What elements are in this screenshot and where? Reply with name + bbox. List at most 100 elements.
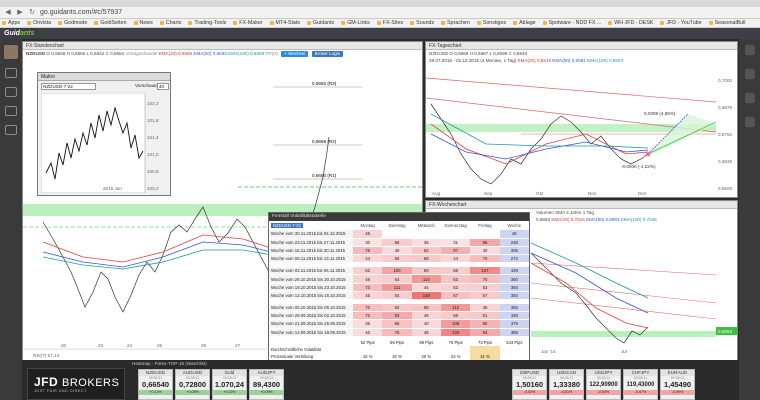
jfd-brokers-logo[interactable]: JFD BROKERS JUST FAIR AND DIRECT <box>27 368 125 400</box>
svg-text:0,6875: 0,6875 <box>718 105 732 110</box>
watchlist-tile[interactable]: GBPUSD 09:35:11 1,50160 -0,02% <box>512 369 547 400</box>
watchlist-tile[interactable]: EURAUD 09:35:11 1,45490 -0,09% <box>660 369 695 400</box>
volumen-toggle[interactable]: Volumen <box>536 210 554 215</box>
daily-chart-canvas[interactable]: 0,0309 (4,55%) -0,0000 (-1,22%) 0,7000 0… <box>426 64 737 197</box>
summary-row: Durchschnittliche Volatilität <box>269 345 529 353</box>
app-header: Guidants <box>0 28 760 39</box>
watchlist-tile[interactable]: USDJPY 09:35:11 122,90900 -0,04% <box>586 369 621 400</box>
symbol-select[interactable]: NZDUSD-7-22 <box>41 83 96 90</box>
watchlist-title: Heatmap - Forex-TOP-15 (Watchlist) <box>132 361 207 366</box>
panel-title: FX-Tageschart <box>426 42 737 50</box>
svg-text:0,6500: 0,6500 <box>718 186 732 191</box>
table-row: Woche vom 09.11.2015 bis 13.11.2015 44 56 5… <box>269 254 529 264</box>
broker-login-button[interactable]: Broker Login <box>311 51 344 57</box>
table-row: Woche vom 16.11.2015 bis 20.11.2015 76 40 6… <box>269 246 529 256</box>
folder-icon <box>306 21 311 25</box>
list-icon[interactable] <box>5 87 17 97</box>
folder-icon <box>476 21 481 25</box>
reload-icon[interactable]: ↻ <box>28 9 36 17</box>
macro-chart: 102,2 101,8 101,4 101,0 100,6 100,2 2016… <box>41 93 159 193</box>
bookmark-item[interactable]: GoldSeiten <box>94 20 127 26</box>
bookmark-item[interactable]: SeasonalBull <box>708 20 745 26</box>
bookmark-item[interactable]: Trading-Tools <box>188 20 226 26</box>
plus-icon[interactable] <box>744 45 755 55</box>
left-sidebar <box>0 39 22 400</box>
bookmark-item[interactable]: Charts <box>159 20 181 26</box>
url-field[interactable]: go.guidants.com/#c/57937 <box>40 9 122 16</box>
svg-text:Aug: Aug <box>432 191 441 196</box>
folder-icon <box>542 21 547 25</box>
watchlist-tile[interactable]: NZDUSD 09:35:11 0,66540 +0,12% <box>138 369 173 400</box>
chart-info-line: NZDUSD O 0,6656 H 0,6656 L 0,6642 C 0,66… <box>23 50 422 57</box>
folder-icon <box>513 21 518 25</box>
svg-text:0,6625: 0,6625 <box>718 159 732 164</box>
watchlist-tile[interactable]: CHFJPY 09:35:11 119,43000 -0,07% <box>623 369 658 400</box>
folder-icon <box>608 21 613 25</box>
folder-icon <box>58 21 63 25</box>
table-row: Woche vom 28.09.2015 bis 02.10.2015 72 93 4… <box>269 311 529 321</box>
svg-text:101,0: 101,0 <box>147 152 159 157</box>
table-row: Woche vom 23.11.2015 bis 27.11.2015 30 56 3… <box>269 238 529 247</box>
address-bar: ◀ ▶ ↻ go.guidants.com/#c/57937 <box>0 7 760 19</box>
svg-text:Sep: Sep <box>484 191 493 196</box>
watchlist-tile[interactable]: AUDJPY 09:35:11 89,4300 +0,09% <box>249 369 284 400</box>
pp-r1-label: 0,6650 (R1) <box>312 173 337 178</box>
folder-icon <box>441 21 446 25</box>
bookmark-item[interactable]: Godmode <box>58 20 87 26</box>
bookmark-item[interactable]: JFD - YouTube <box>660 20 702 26</box>
chart-info-line: NZDUSD O 0,6666 H 0,6667 L 0,6598 C 0,66… <box>429 51 528 56</box>
table-row: Woche vom 12.10.2015 bis 16.10.2015 45 54 1… <box>269 291 529 301</box>
forward-icon[interactable]: ▶ <box>16 9 24 17</box>
wechsel-button[interactable]: + Wechsel <box>281 51 309 57</box>
daily-chart-panel: FX-Tageschart NZDUSD O 0,6666 H 0,6667 L… <box>425 41 738 198</box>
bookmark-item[interactable]: Guidants <box>306 20 334 26</box>
target-down-label: -0,0000 (-1,22%) <box>621 164 656 169</box>
folder-icon <box>2 21 6 25</box>
search-icon[interactable] <box>744 93 755 103</box>
back-icon[interactable]: ◀ <box>4 9 12 17</box>
svg-text:2016 Jan: 2016 Jan <box>103 186 122 191</box>
bookmark-item[interactable]: FX-Sites <box>376 20 403 26</box>
watchlist-tile[interactable]: AUDUSD 09:35:11 0,72800 +0,05% <box>175 369 210 400</box>
table-row: Woche vom 14.09.2015 bis 18.09.2015 40 76 4… <box>269 328 529 337</box>
svg-text:Nov: Nov <box>588 191 597 196</box>
chart-icon[interactable] <box>5 68 17 78</box>
folder-icon <box>376 21 381 25</box>
bookmark-item[interactable]: Sprachen <box>441 20 470 26</box>
bookmark-item[interactable]: Sounds <box>410 20 434 26</box>
table-row: Woche vom 26.10.2015 bis 30.10.2015 49 54 1… <box>269 274 529 284</box>
bookmark-item[interactable]: MT4-Stats <box>269 20 300 26</box>
bookmark-item[interactable]: Onvista <box>27 20 51 26</box>
volatility-title: Fenstall Volatilitätstabelle <box>269 213 529 221</box>
table-row: Woche vom 30.11.2015 bis 04.12.2015 46 46 <box>269 230 529 239</box>
settings-icon[interactable] <box>5 125 17 135</box>
bell-icon[interactable] <box>744 117 755 127</box>
symbol-badge[interactable]: NZDUSD-7-22 <box>271 223 303 228</box>
bookmark-item[interactable]: Spotware - NDD FX ... <box>542 20 601 26</box>
bookmark-item[interactable]: FX-Maker <box>233 20 263 26</box>
bookmark-item[interactable]: Apps <box>2 20 20 26</box>
vorschau-input[interactable]: 40 <box>157 83 169 90</box>
watchlist-tile[interactable]: USDCAD 09:35:11 1,33380 -0,01% <box>549 369 584 400</box>
chat-icon[interactable] <box>5 106 17 116</box>
interval-select[interactable]: 1 Tag <box>583 210 594 215</box>
svg-text:27: 27 <box>235 343 241 348</box>
last-price-tag: 0,6653 <box>718 329 732 334</box>
summary-row: Prozentuale Verteilung 15 % 20 % 20 % 23 % 21… <box>269 352 529 360</box>
watchlist-tile[interactable]: Gold 09:35:11 1.070,24 +0,22% <box>212 369 247 400</box>
rsi-label: RSI(7) 57,13 <box>33 353 59 358</box>
pp-r3-label: 0,6692 (R3) <box>312 81 337 86</box>
range-select[interactable]: 3 Jahre <box>566 210 581 215</box>
layout-icon[interactable] <box>744 69 755 79</box>
bookmark-item[interactable]: GM-Links <box>341 20 370 26</box>
macro-popup[interactable]: Makro NZDUSD-7-22 Vorschautage 40 102,2 … <box>37 72 171 196</box>
bookmark-item[interactable]: WH JFD - DESK <box>608 20 653 26</box>
avatar[interactable] <box>4 45 18 59</box>
sma-toggle[interactable]: SMA <box>555 210 565 215</box>
bookmark-item[interactable]: News <box>133 20 153 26</box>
bookmark-item[interactable]: Ablage <box>513 20 536 26</box>
svg-text:0,6750: 0,6750 <box>718 132 732 137</box>
guidants-logo[interactable]: Guidants <box>4 30 34 37</box>
bookmark-item[interactable]: Sonstiges <box>476 20 506 26</box>
svg-text:102,2: 102,2 <box>147 101 159 106</box>
